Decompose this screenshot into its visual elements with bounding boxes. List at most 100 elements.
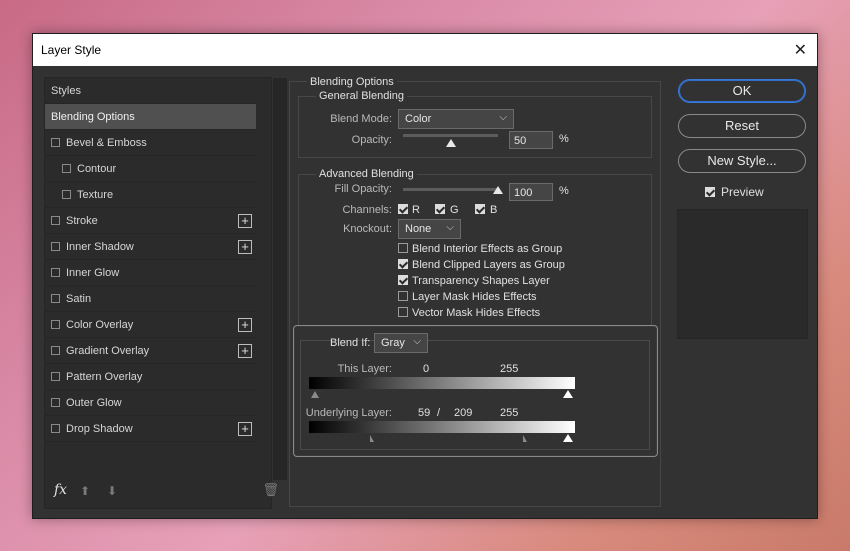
- styles-scrollbar[interactable]: [273, 78, 287, 480]
- color-overlay-checkbox[interactable]: [51, 320, 60, 329]
- add-drop-shadow-plus-icon[interactable]: +: [238, 422, 252, 436]
- opacity-value: 50: [514, 135, 527, 147]
- blend-if-value: Gray: [381, 337, 405, 349]
- inner-shadow-checkbox[interactable]: [51, 242, 60, 251]
- opacity-slider[interactable]: [403, 134, 498, 137]
- move-up-icon[interactable]: ⬆: [80, 484, 90, 498]
- add-color-overlay-plus-icon[interactable]: +: [238, 318, 252, 332]
- move-down-icon[interactable]: ⬇: [107, 484, 117, 498]
- fill-opacity-percent: %: [559, 185, 569, 197]
- vector-mask-hides-label: Vector Mask Hides Effects: [412, 307, 541, 319]
- sidebar-item-styles[interactable]: Styles: [45, 78, 256, 104]
- satin-checkbox[interactable]: [51, 294, 60, 303]
- sidebar-item-gradient-overlay[interactable]: Gradient Overlay +: [45, 338, 256, 364]
- blend-mode-select[interactable]: Color ⌵: [398, 109, 514, 129]
- channel-r-checkbox[interactable]: [398, 204, 408, 214]
- pattern-overlay-checkbox[interactable]: [51, 372, 60, 381]
- channel-r-label: R: [412, 204, 420, 216]
- outer-glow-checkbox[interactable]: [51, 398, 60, 407]
- vector-mask-hides-checkbox[interactable]: [398, 307, 408, 317]
- ok-button[interactable]: OK: [678, 79, 806, 103]
- sidebar-item-drop-shadow[interactable]: Drop Shadow +: [45, 416, 256, 442]
- fill-opacity-value: 100: [514, 187, 533, 199]
- texture-checkbox[interactable]: [62, 190, 71, 199]
- preview-toggle[interactable]: Preview: [705, 185, 764, 199]
- sidebar-item-label: Inner Glow: [66, 266, 120, 279]
- underlying-white-slider[interactable]: [563, 434, 573, 442]
- title-bar: Layer Style ✕: [33, 34, 817, 66]
- this-layer-white-slider[interactable]: [563, 390, 573, 398]
- close-icon[interactable]: ✕: [794, 40, 807, 60]
- channel-g-checkbox[interactable]: [435, 204, 445, 214]
- general-blending-heading: General Blending: [316, 90, 408, 102]
- channel-b-checkbox[interactable]: [475, 204, 485, 214]
- sidebar-item-label: Drop Shadow: [66, 422, 133, 435]
- blend-mode-value: Color: [405, 113, 432, 125]
- this-layer-low-value: 0: [423, 363, 430, 375]
- underlying-layer-label: Underlying Layer:: [305, 407, 392, 419]
- fx-icon[interactable]: fx: [54, 482, 67, 498]
- sidebar-item-texture[interactable]: Texture: [45, 182, 256, 208]
- sidebar-item-label: Blending Options: [51, 110, 135, 123]
- layer-mask-hides-checkbox[interactable]: [398, 291, 408, 301]
- sidebar-item-label: Contour: [77, 162, 117, 175]
- channels-label: Channels:: [342, 204, 392, 216]
- this-layer-black-slider[interactable]: [311, 391, 319, 398]
- sidebar-item-bevel-emboss[interactable]: Bevel & Emboss: [45, 130, 256, 156]
- sidebar-item-label: Bevel & Emboss: [66, 136, 147, 149]
- layer-mask-hides-label: Layer Mask Hides Effects: [412, 291, 537, 303]
- sidebar-item-pattern-overlay[interactable]: Pattern Overlay: [45, 364, 256, 390]
- knockout-value: None: [405, 223, 432, 235]
- sidebar-item-stroke[interactable]: Stroke +: [45, 208, 256, 234]
- sidebar-item-contour[interactable]: Contour: [45, 156, 256, 182]
- gradient-overlay-checkbox[interactable]: [51, 346, 60, 355]
- preview-checkbox[interactable]: [705, 187, 715, 197]
- preview-swatch: [677, 209, 808, 339]
- transparency-shapes-label: Transparency Shapes Layer: [412, 275, 550, 287]
- underlying-black-slider[interactable]: [370, 435, 374, 442]
- sidebar-item-inner-shadow[interactable]: Inner Shadow +: [45, 234, 256, 260]
- blend-interior-effects-checkbox[interactable]: [398, 243, 408, 253]
- stroke-checkbox[interactable]: [51, 216, 60, 225]
- sidebar-item-blending-options[interactable]: Blending Options: [45, 104, 256, 130]
- underlying-low-value: 59: [418, 407, 431, 419]
- bevel-emboss-checkbox[interactable]: [51, 138, 60, 147]
- blending-options-heading: Blending Options: [307, 76, 397, 88]
- add-gradient-overlay-plus-icon[interactable]: +: [238, 344, 252, 358]
- contour-checkbox[interactable]: [62, 164, 71, 173]
- knockout-select[interactable]: None ⌵: [398, 219, 461, 239]
- this-layer-high-value: 255: [500, 363, 519, 375]
- sidebar-item-label: Satin: [66, 292, 92, 305]
- blend-if-select[interactable]: Gray ⌵: [374, 333, 428, 353]
- fill-opacity-slider-thumb[interactable]: [493, 186, 503, 194]
- opacity-input[interactable]: 50: [509, 131, 553, 149]
- fill-opacity-input[interactable]: 100: [509, 183, 553, 201]
- blend-clipped-layers-checkbox[interactable]: [398, 259, 408, 269]
- advanced-blending-heading: Advanced Blending: [316, 168, 417, 180]
- fill-opacity-slider[interactable]: [403, 188, 498, 191]
- sidebar-item-label: Pattern Overlay: [66, 370, 143, 383]
- blend-interior-effects-label: Blend Interior Effects as Group: [412, 243, 563, 255]
- opacity-label: Opacity:: [351, 134, 392, 146]
- add-stroke-plus-icon[interactable]: +: [238, 214, 252, 228]
- sidebar-item-color-overlay[interactable]: Color Overlay +: [45, 312, 256, 338]
- add-inner-shadow-plus-icon[interactable]: +: [238, 240, 252, 254]
- sidebar-item-satin[interactable]: Satin: [45, 286, 256, 312]
- transparency-shapes-checkbox[interactable]: [398, 275, 408, 285]
- styles-footer: fx ⬆ ⬇ 🗑: [45, 478, 279, 508]
- opacity-slider-thumb[interactable]: [445, 139, 456, 147]
- chevron-down-icon: ⌵: [446, 222, 454, 233]
- reset-button[interactable]: Reset: [678, 114, 806, 138]
- blending-options-panel: Blending Options General Blending Blend …: [289, 76, 661, 507]
- layer-style-dialog: Layer Style ✕ Styles Blending Options Be…: [32, 33, 818, 519]
- trash-icon[interactable]: 🗑: [262, 482, 279, 498]
- underlying-high-value: 255: [500, 407, 519, 419]
- sidebar-item-inner-glow[interactable]: Inner Glow: [45, 260, 256, 286]
- underlying-split-slider[interactable]: [523, 435, 527, 442]
- sidebar-item-outer-glow[interactable]: Outer Glow: [45, 390, 256, 416]
- new-style-button[interactable]: New Style...: [678, 149, 806, 173]
- knockout-label: Knockout:: [343, 223, 392, 235]
- drop-shadow-checkbox[interactable]: [51, 424, 60, 433]
- inner-glow-checkbox[interactable]: [51, 268, 60, 277]
- blend-mode-label: Blend Mode:: [330, 113, 392, 125]
